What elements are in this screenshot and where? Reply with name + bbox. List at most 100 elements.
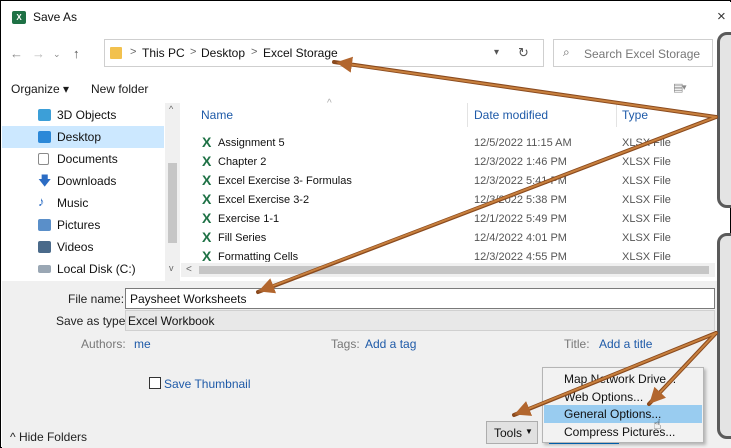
scroll-left-icon[interactable]: < (186, 264, 192, 275)
breadcrumb-separator: > (130, 46, 137, 58)
refresh-icon[interactable]: ↻ (518, 45, 529, 61)
menu-item-web-options[interactable]: Web Options... (544, 388, 702, 406)
excel-app-icon: X (12, 11, 26, 24)
address-bar[interactable]: > This PC > Desktop > Excel Storage ▾ ↻ (104, 39, 544, 67)
nav-item-label: Downloads (57, 174, 117, 188)
new-folder-button[interactable]: New folder (91, 82, 148, 96)
sort-caret-icon: ^ (327, 98, 332, 109)
nav-item-label: 3D Objects (57, 108, 117, 122)
nav-item-downloads[interactable]: 🡇 Downloads (2, 170, 164, 192)
breadcrumb-desktop[interactable]: Desktop (201, 46, 245, 60)
search-icon: ⌕ (563, 45, 570, 59)
title-value[interactable]: Add a title (599, 337, 652, 351)
recent-locations-icon[interactable]: ⌄ (53, 49, 61, 60)
nav-item-local-disk[interactable]: Local Disk (C:) (2, 258, 164, 280)
file-row[interactable]: X Exercise 1-1 12/1/2022 5:49 PM XLSX Fi… (196, 210, 716, 229)
column-header-date[interactable]: Date modified (474, 108, 548, 122)
save-as-type-value: Excel Workbook (128, 314, 215, 328)
excel-file-icon: X (202, 210, 212, 226)
close-icon[interactable]: × (717, 8, 726, 25)
nav-item-pictures[interactable]: Pictures (2, 214, 164, 236)
nav-item-music[interactable]: ♪ Music (2, 192, 164, 214)
nav-item-videos[interactable]: Videos (2, 236, 164, 258)
file-date: 12/3/2022 5:41 PM (474, 175, 567, 187)
nav-item-label: Videos (57, 240, 94, 254)
download-icon: 🡇 (38, 173, 52, 188)
scroll-down-icon[interactable]: v (169, 263, 174, 273)
scroll-up-icon[interactable]: ^ (169, 104, 173, 114)
file-date: 12/4/2022 4:01 PM (474, 232, 567, 244)
excel-file-icon: X (202, 248, 212, 262)
file-row[interactable]: X Assignment 5 12/5/2022 11:15 AM XLSX F… (196, 134, 716, 153)
nav-item-label: Local Disk (C:) (57, 262, 136, 276)
forward-arrow-icon[interactable]: → (32, 46, 45, 61)
up-arrow-icon[interactable]: ↑ (73, 46, 80, 61)
pictures-icon (38, 219, 51, 231)
back-arrow-icon[interactable]: ← (10, 46, 23, 61)
file-date: 12/3/2022 5:38 PM (474, 194, 567, 206)
breadcrumb-separator: > (251, 46, 258, 58)
nav-item-label: Pictures (57, 218, 101, 232)
file-name: Fill Series (218, 232, 267, 244)
breadcrumb-this-pc[interactable]: This PC (142, 46, 185, 60)
title-label: Title: (564, 337, 590, 351)
address-dropdown-icon[interactable]: ▾ (494, 47, 499, 58)
disk-icon (38, 265, 51, 273)
file-row[interactable]: X Chapter 2 12/3/2022 1:46 PM XLSX File (196, 153, 716, 172)
save-as-type-select[interactable]: Excel Workbook (125, 310, 715, 331)
hide-folders-button[interactable]: ^ Hide Folders (10, 430, 87, 444)
column-divider[interactable] (467, 103, 468, 127)
nav-item-documents[interactable]: Documents (2, 148, 164, 170)
file-row[interactable]: X Fill Series 12/4/2022 4:01 PM XLSX Fil… (196, 229, 716, 248)
file-row[interactable]: X Formatting Cells 12/3/2022 4:55 PM XLS… (196, 248, 716, 262)
chevron-down-icon: ▼ (525, 427, 533, 436)
menu-item-label: Web Options... (564, 390, 644, 404)
document-icon (38, 153, 49, 165)
scrollbar-thumb[interactable] (199, 266, 709, 274)
excel-file-icon: X (202, 153, 212, 169)
nav-scrollbar[interactable]: ^ v (165, 103, 180, 281)
file-name-label: File name: (68, 292, 125, 306)
file-row[interactable]: X Excel Exercise 3-2 12/3/2022 5:38 PM X… (196, 191, 716, 210)
tools-button[interactable]: Tools ▼ (486, 421, 538, 444)
save-thumbnail-checkbox[interactable] (149, 377, 161, 389)
desktop-icon (38, 131, 51, 143)
nav-item-label: Desktop (57, 130, 102, 144)
column-header-name[interactable]: Name (201, 108, 233, 122)
cube-icon (38, 109, 51, 121)
column-divider[interactable] (616, 103, 617, 127)
nav-item-3d-objects[interactable]: 3D Objects (2, 104, 164, 126)
nav-item-desktop[interactable]: Desktop (2, 126, 164, 148)
authors-value[interactable]: me (134, 337, 151, 351)
excel-file-icon: X (202, 172, 212, 188)
file-name-field[interactable]: Paysheet Worksheets (125, 288, 715, 309)
mouse-cursor-icon: ☝ (653, 416, 662, 432)
organize-button[interactable]: Organize ▾ (11, 82, 69, 96)
save-thumbnail-label[interactable]: Save Thumbnail (164, 377, 251, 391)
file-date: 12/5/2022 11:15 AM (474, 137, 572, 149)
menu-item-compress-pictures[interactable]: Compress Pictures... (544, 423, 702, 441)
file-date: 12/3/2022 1:46 PM (474, 156, 567, 168)
navigation-pane: 3D Objects Desktop Documents 🡇 Downloads… (2, 103, 180, 281)
file-list-hscrollbar[interactable]: < (181, 263, 715, 277)
file-name: Assignment 5 (218, 137, 285, 149)
menu-item-label: Map Network Drive... (564, 372, 677, 386)
excel-file-icon: X (202, 229, 212, 245)
scrollbar-thumb[interactable] (168, 163, 177, 243)
menu-item-general-options[interactable]: General Options... (544, 405, 702, 423)
column-header-type[interactable]: Type (622, 108, 648, 122)
window-title: Save As (33, 10, 78, 24)
file-name-value: Paysheet Worksheets (130, 292, 247, 306)
file-name: Chapter 2 (218, 156, 267, 168)
search-input[interactable]: ⌕ Search Excel Storage (553, 39, 713, 67)
file-row[interactable]: X Excel Exercise 3- Formulas 12/3/2022 5… (196, 172, 716, 191)
view-dropdown-icon[interactable]: ▾ (682, 82, 687, 93)
file-date: 12/1/2022 5:49 PM (474, 213, 567, 225)
tags-value[interactable]: Add a tag (365, 337, 416, 351)
file-type: XLSX File (622, 251, 671, 262)
callout-bubble (717, 233, 731, 439)
menu-item-map-network-drive[interactable]: Map Network Drive... (544, 370, 702, 388)
file-type: XLSX File (622, 213, 671, 225)
file-name: Excel Exercise 3- Formulas (218, 175, 352, 187)
breadcrumb-excel-storage[interactable]: Excel Storage (263, 46, 338, 60)
